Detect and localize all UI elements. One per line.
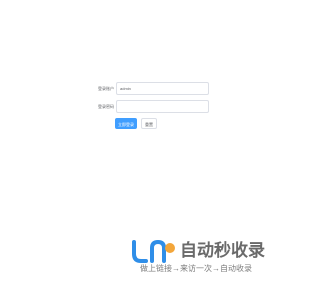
logo-mark-icon [132,239,175,263]
watermark-title: 自动秒收录 [180,241,265,260]
watermark-subtitle: 做上链接→来访一次→自动收录 [140,264,252,273]
password-label: 登录密码 [98,104,114,109]
account-input[interactable] [116,82,209,95]
password-input[interactable] [116,100,209,113]
account-row: 登录账户 [92,82,212,95]
reset-button[interactable]: 重置 [141,118,157,129]
page: 登录账户 登录密码 立即登录 重置 自动秒收录 做上链接→来访一次→自动收录 [0,0,300,300]
watermark-logo: 自动秒收录 做上链接→来访一次→自动收录 [130,238,290,278]
account-label: 登录账户 [98,86,114,91]
button-row: 立即登录 重置 [115,118,212,129]
login-form: 登录账户 登录密码 立即登录 重置 [92,82,212,129]
login-button[interactable]: 立即登录 [115,118,137,129]
password-row: 登录密码 [92,100,212,113]
